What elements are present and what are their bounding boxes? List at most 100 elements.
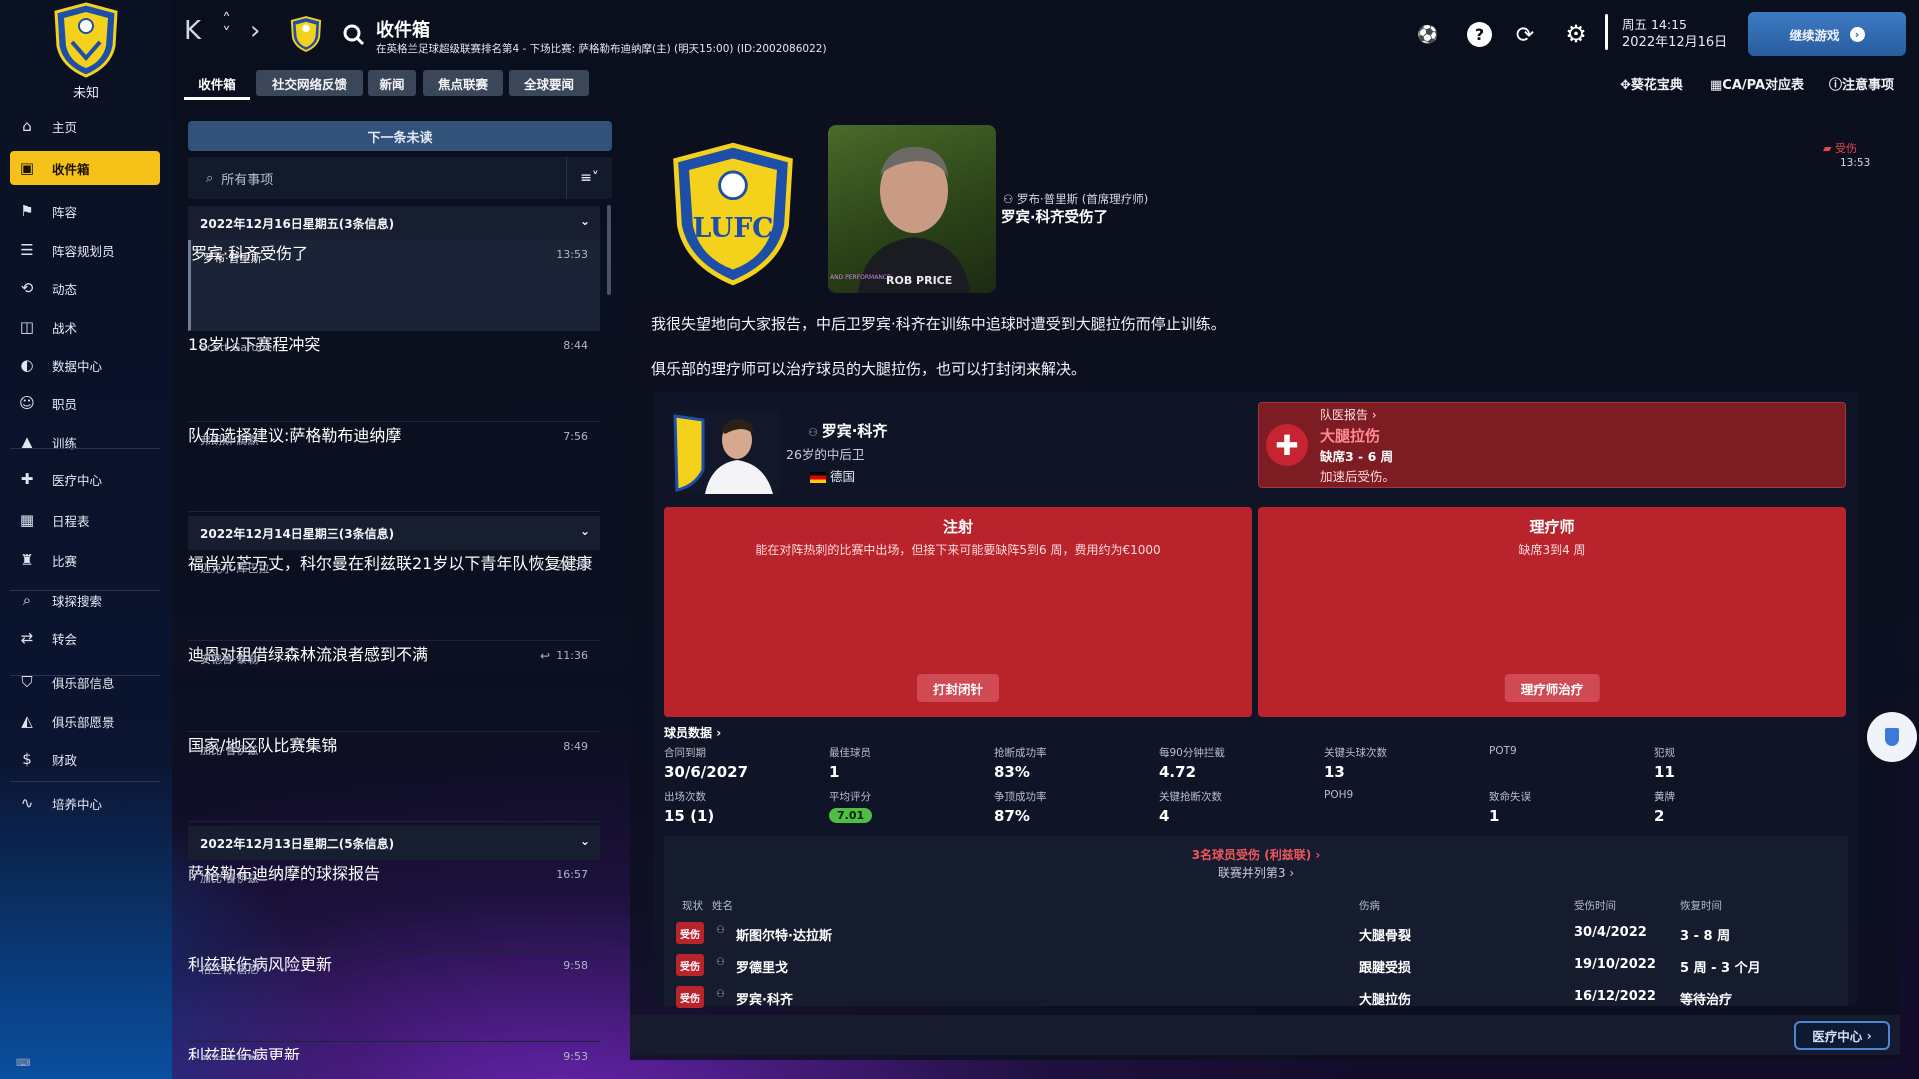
sidebar-item[interactable]: ♜ 比赛 [10, 543, 160, 577]
forward-icon[interactable]: › [250, 16, 260, 46]
inbox-message[interactable]: 弗朗斯·腐默 7:56 队伍选择建议:萨格勒布迪纳摩 [188, 422, 600, 512]
league-rank-label: 联赛并列第3 [1217, 866, 1286, 880]
help-icon[interactable]: ? [1467, 22, 1492, 47]
stat-value: 2 [1654, 807, 1665, 825]
sidebar-item[interactable]: ⇄ 转会 [10, 621, 160, 655]
message-time: 9:53 [563, 1050, 588, 1060]
sidebar-item[interactable]: ∿ 培养中心 [10, 786, 160, 820]
settings-gear-icon[interactable]: ⚙ [1561, 19, 1591, 49]
continue-game-button[interactable]: 继续游戏 › [1748, 12, 1906, 56]
col-status[interactable]: 现状 [682, 898, 703, 913]
sidebar-item[interactable]: ◭ 俱乐部愿景 [10, 704, 160, 738]
sidebar-item[interactable]: ☰ 阵容规划员 [10, 233, 160, 267]
side-action-button[interactable] [1867, 712, 1917, 762]
sidebar-item[interactable]: ⚑ 阵容 [10, 194, 160, 228]
sender-name[interactable]: 罗布·普里斯 (首席理疗师) [1017, 192, 1148, 206]
sidebar-item[interactable]: ▦ 日程表 [10, 503, 160, 537]
col-date[interactable]: 受伤时间 [1574, 898, 1616, 913]
clipboard-icon: ☰ [20, 241, 34, 259]
first-page-icon[interactable]: K [184, 16, 201, 46]
sidebar-item[interactable]: ☺ 职员 [10, 386, 160, 420]
physio-treatment-button[interactable]: 理疗师治疗 [1504, 674, 1600, 702]
player-description: 26岁的中后卫 [786, 447, 865, 462]
sidebar-item[interactable]: $ 财政 [10, 742, 160, 776]
injury-row[interactable]: 受伤 ⚇ 斯图尔特·达拉斯 大腿骨裂 30/4/2022 3 - 8 周 [664, 920, 1848, 948]
next-unread-button[interactable]: 下一条未读 [188, 121, 612, 151]
inbox-message[interactable]: 加比·鲁伊兹 8:49 国家/地区队比赛集锦 [188, 732, 600, 822]
chevron-down-icon[interactable]: ⌄ [580, 524, 590, 538]
tab-inbox[interactable]: 收件箱 [184, 70, 250, 96]
injection-button[interactable]: 打封闭针 [916, 674, 1000, 702]
injured-player-name[interactable]: 罗德里戈 [736, 957, 788, 976]
germany-flag-icon [810, 472, 826, 483]
keyboard-icon[interactable]: ⌨ [16, 1058, 30, 1069]
col-injury[interactable]: 伤病 [1359, 898, 1380, 913]
option-physio[interactable]: 理疗师 缺席3到4 周 理疗师治疗 [1258, 507, 1846, 717]
injured-player-name[interactable]: 斯图尔特·达拉斯 [736, 925, 832, 944]
refresh-icon[interactable]: ⟳ [1510, 20, 1540, 50]
inbox-search[interactable]: ⌕ 所有事项 [188, 157, 566, 199]
injury-row[interactable]: 受伤 ⚇ 罗德里戈 跟腱受损 19/10/2022 5 周 - 3 个月 [664, 952, 1848, 980]
search-icon[interactable] [343, 24, 365, 46]
stat-value: 1 [829, 763, 840, 781]
chevron-down-icon[interactable]: ⌄ [580, 214, 590, 228]
injured-player-name[interactable]: 罗宾·科齐 [736, 989, 793, 1008]
sidebar-item[interactable]: ⛉ 俱乐部信息 [10, 665, 160, 699]
inbox-date-group[interactable]: 2022年12月13日星期二(5条信息) ⌄ [188, 826, 600, 860]
inbox-message[interactable]: 罗布·普里斯9:53利兹联伤病更新 [188, 1042, 600, 1060]
inbox-date-group[interactable]: 2022年12月16日星期五(3条信息) ⌄ [188, 206, 600, 240]
sidebar-item[interactable]: ⟲ 动态 [10, 271, 160, 305]
option-injection[interactable]: 注射 能在对阵热刺的比赛中出场，但接下来可能要缺阵5到6 周，费用约为€1000… [664, 507, 1252, 717]
inbox-message[interactable]: 迈克尔·库巴拉 20:32 福肖光芒万丈，科尔曼在利兹联21岁以下青年队恢复健康 [188, 550, 600, 641]
bottom-bar [630, 1015, 1900, 1055]
option-title: 理疗师 [1529, 518, 1575, 536]
link-cheat-sheet[interactable]: ✥葵花宝典 [1620, 74, 1683, 93]
sidebar-item[interactable]: ⌂ 主页 [10, 109, 160, 143]
medical-report-link[interactable]: 队医报告 › [1320, 406, 1377, 423]
tab-social-feedback[interactable]: 社交网络反馈 [256, 70, 363, 96]
injury-row[interactable]: 受伤 ⚇ 罗宾·科齐 大腿拉伤 16/12/2022 等待治疗 [664, 984, 1848, 1012]
medical-center-button[interactable]: 医疗中心 › [1794, 1021, 1890, 1050]
filter-menu-icon[interactable]: ≡˅ [566, 157, 612, 199]
inbox-date-group[interactable]: 2022年12月14日星期三(3条信息) ⌄ [188, 516, 600, 550]
col-name[interactable]: 姓名 [712, 898, 733, 913]
sidebar-item[interactable]: ◐ 数据中心 [10, 348, 160, 382]
stat-item: 平均评分 7.01 [829, 789, 979, 823]
sidebar-item[interactable]: ⌕ 球探搜索 [10, 583, 160, 617]
sidebar-item[interactable]: ▲ 训练 [10, 425, 160, 459]
inbox-message[interactable]: 加比·鲁伊兹 16:57 萨格勒布迪纳摩的球探报告 [188, 860, 600, 951]
staff-icon: ☺ [19, 394, 35, 412]
col-recovery[interactable]: 恢复时间 [1680, 898, 1722, 913]
club-badge-icon[interactable] [290, 16, 322, 52]
league-rank-link[interactable]: 联赛并列第3 › [664, 864, 1848, 881]
scrollbar[interactable] [607, 205, 611, 295]
club-crest-icon[interactable] [52, 2, 120, 78]
tab-world-news[interactable]: 全球要闻 [509, 70, 589, 96]
player-stats-link[interactable]: 球员数据 › [664, 724, 721, 741]
sidebar-divider [10, 781, 160, 782]
chevron-down-icon[interactable]: ⌄ [580, 834, 590, 848]
up-down-icon[interactable]: ˄ ˅ [222, 12, 231, 44]
tab-news[interactable]: 新闻 [368, 70, 416, 96]
inbox-message[interactable]: 罗布·普里斯 13:53 罗宾·科齐受伤了 [188, 240, 600, 331]
player-photo[interactable] [673, 410, 781, 494]
link-notes[interactable]: ⓘ注意事项 [1829, 74, 1894, 93]
group-header-label: 2022年12月13日星期二(5条信息) [200, 836, 395, 851]
inbox-message[interactable]: 格兰特·唐尼 9:58 利兹联伤病风险更新 [188, 951, 600, 1042]
link-ca-pa-table[interactable]: ▦CA/PA对应表 [1710, 74, 1804, 93]
inbox-message[interactable]: Scott Gardner 8:44 18岁以下赛程冲突 [188, 331, 600, 422]
injury-type: 跟腱受损 [1359, 961, 1412, 976]
sidebar-item[interactable]: ▣ 收件箱 [10, 151, 160, 185]
sidebar-item[interactable]: ◫ 战术 [10, 310, 160, 344]
inbox-list: 下一条未读 ⌕ 所有事项 ≡˅ 2022年12月16日星期五(3条信息) ⌄ 罗布·… [188, 121, 612, 1060]
stat-item: 致命失误 1 [1489, 789, 1639, 825]
vision-icon: ◭ [21, 712, 33, 730]
injury-count-link[interactable]: 3名球员受伤 (利兹联) › [664, 846, 1848, 863]
injury-tag-label: 受伤 [1834, 142, 1857, 155]
player-name[interactable]: ⚇ 罗宾·科齐 [808, 420, 887, 441]
tab-focus-league[interactable]: 焦点联赛 [423, 70, 503, 96]
sidebar-item[interactable]: ✚ 医疗中心 [10, 462, 160, 496]
football-icon[interactable]: ⚽ [1413, 20, 1443, 50]
inbox-message[interactable]: 安德鲁·泰勒 11:36 迪恩对租借绿森林流浪者感到不满 ↩ [188, 641, 600, 732]
injury-date: 16/12/2022 [1574, 989, 1656, 1004]
